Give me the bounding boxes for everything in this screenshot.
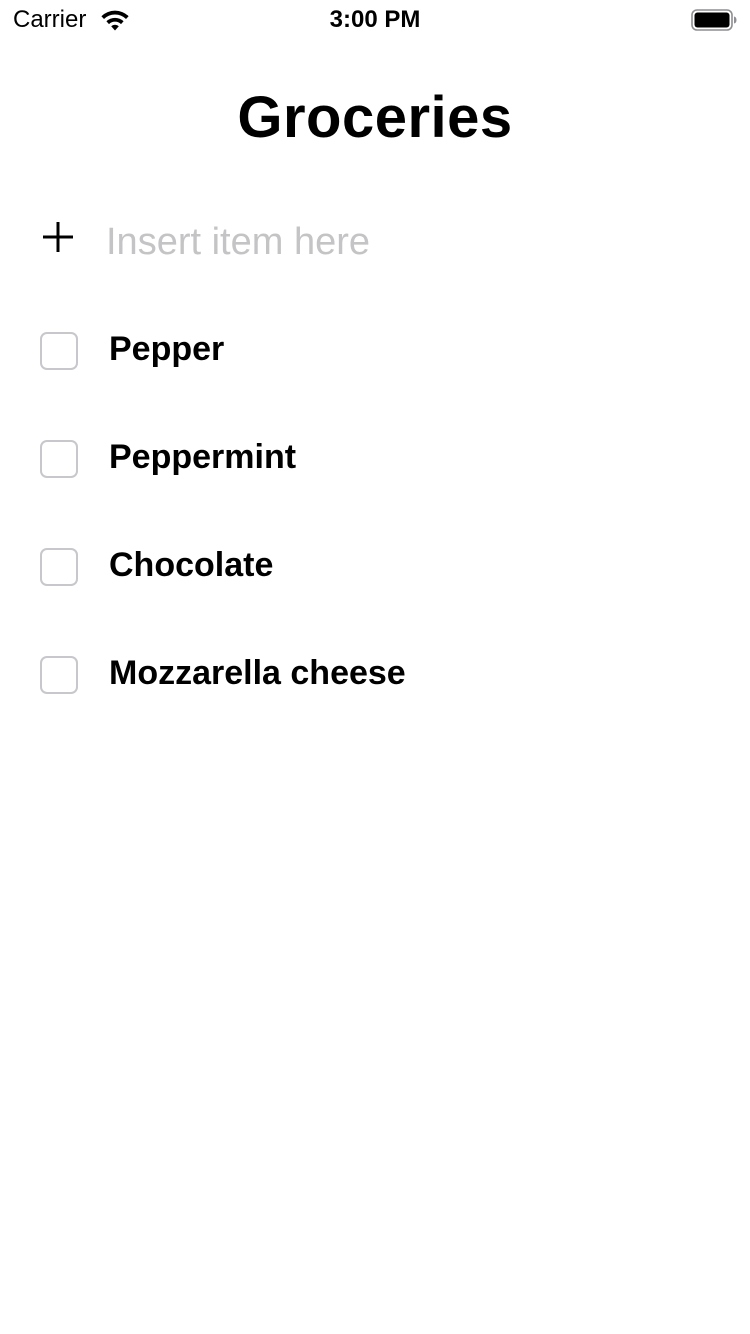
battery-full-icon [691,9,737,31]
grocery-list: Pepper Peppermint Chocolate Mozzarella c… [0,314,750,746]
item-label: Mozzarella cheese [109,654,406,692]
new-item-input[interactable] [106,216,706,268]
list-item: Pepper [0,314,750,422]
checkbox[interactable] [40,548,78,586]
list-item: Chocolate [0,530,750,638]
plus-icon[interactable] [41,220,75,254]
checkbox[interactable] [40,656,78,694]
item-label: Pepper [109,330,225,368]
list-item: Mozzarella cheese [0,638,750,746]
status-time: 3:00 PM [329,6,421,33]
add-item-row [0,210,750,274]
checkbox[interactable] [40,332,78,370]
checkbox[interactable] [40,440,78,478]
item-label: Chocolate [109,546,274,584]
item-label: Peppermint [109,438,297,476]
status-bar: Carrier 3:00 PM [0,0,750,40]
page-title: Groceries [237,85,513,150]
list-item: Peppermint [0,422,750,530]
